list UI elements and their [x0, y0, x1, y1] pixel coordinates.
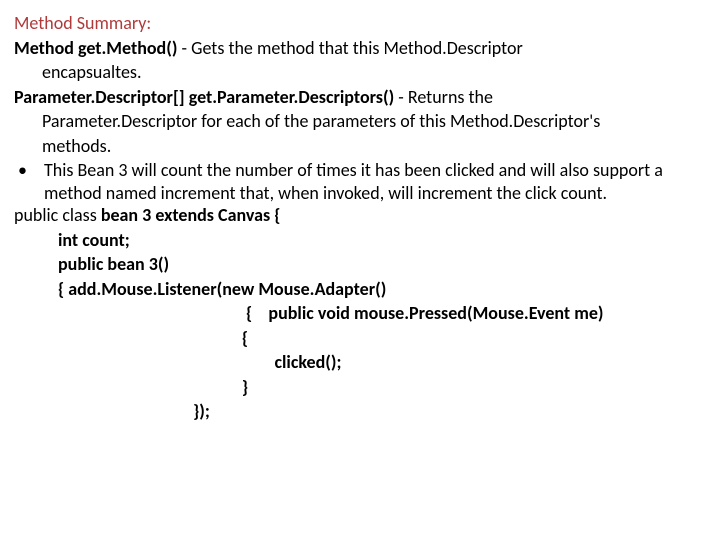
- code-l8: }: [242, 376, 248, 398]
- entry-getmethod-desc-cont: encapsualtes.: [14, 61, 706, 84]
- code-l4-body: add.Mouse.Listener(new Mouse.Adapter(): [68, 278, 386, 300]
- entry-getparamdesc-desc: - Returns the: [398, 86, 493, 108]
- bullet-dot-icon: •: [14, 159, 44, 204]
- entry-getmethod: Method get.Method() - Gets the method th…: [14, 37, 706, 60]
- entry-getmethod-name: get.Method(): [78, 37, 177, 59]
- code-l1-prefix: public class: [14, 204, 101, 226]
- entry-getparamdesc-type: Parameter.Descriptor[]: [14, 86, 185, 108]
- code-l9: });: [193, 400, 210, 422]
- entry-getparamdesc-name: get.Parameter.Descriptors(): [189, 86, 394, 108]
- code-l8-pad: [14, 376, 242, 398]
- code-block: public class bean 3 extends Canvas { int…: [14, 204, 706, 423]
- code-line-8: }: [14, 376, 706, 399]
- bullet-text: This Bean 3 will count the number of tim…: [44, 159, 706, 204]
- code-l6-pad: [14, 327, 242, 349]
- code-l6: {: [242, 327, 248, 349]
- code-line-4: { add.Mouse.Listener(new Mouse.Adapter(): [14, 278, 706, 301]
- code-l4-open: {: [58, 278, 64, 300]
- entry-getparamdesc-desc-cont1: Parameter.Descriptor for each of the par…: [14, 110, 706, 133]
- code-l9-pad: [14, 400, 193, 422]
- bullet-item: • This Bean 3 will count the number of t…: [14, 159, 706, 204]
- slide-content: Method Summary: Method get.Method() - Ge…: [0, 0, 720, 423]
- code-line-2: int count;: [14, 229, 706, 252]
- code-line-1: public class bean 3 extends Canvas {: [14, 204, 706, 227]
- method-summary-heading: Method Summary:: [14, 12, 706, 35]
- code-l3: public bean 3(): [58, 253, 169, 275]
- code-l5-pad: [14, 302, 246, 324]
- entry-getmethod-desc: - Gets the method that this Method.Descr…: [182, 37, 523, 59]
- code-l7: clicked();: [258, 351, 341, 373]
- entry-getparamdesc: Parameter.Descriptor[] get.Parameter.Des…: [14, 86, 706, 109]
- code-line-6: {: [14, 327, 706, 350]
- entry-getmethod-type: Method: [14, 37, 74, 59]
- code-l2: int count;: [58, 229, 130, 251]
- entry-getparamdesc-desc-cont2: methods.: [14, 135, 706, 158]
- code-line-9: });: [14, 400, 706, 423]
- code-l7-pad: [14, 351, 258, 373]
- code-l1-bold: bean 3 extends Canvas {: [101, 204, 281, 226]
- code-line-5: { public void mouse.Pressed(Mouse.Event …: [14, 302, 706, 325]
- code-line-3: public bean 3(): [14, 253, 706, 276]
- code-line-7: clicked();: [14, 351, 706, 374]
- code-l5: { public void mouse.Pressed(Mouse.Event …: [246, 302, 604, 324]
